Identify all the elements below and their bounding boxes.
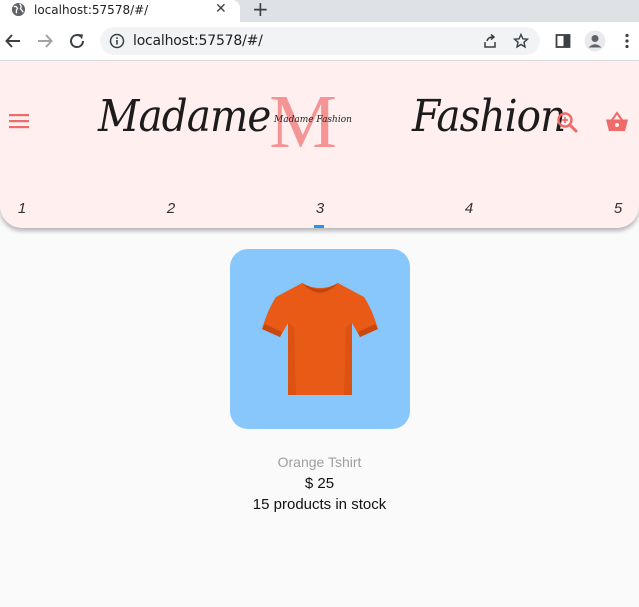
product-price: $ 25: [304, 475, 335, 492]
forward-arrow-icon[interactable]: [36, 32, 54, 50]
product-name: Orange Tshirt: [277, 454, 362, 470]
profile-avatar-icon[interactable]: [584, 30, 606, 52]
brand-logo: M Madame Fashion: [268, 84, 352, 160]
globe-icon: [11, 2, 26, 17]
zoom-search-icon[interactable]: [556, 111, 578, 133]
hamburger-menu-icon[interactable]: [8, 111, 30, 131]
browser-tabstrip: localhost:57578/#/ ✕ +: [0, 0, 639, 22]
url-text[interactable]: localhost:57578/#/: [133, 33, 263, 49]
share-icon[interactable]: [482, 33, 498, 49]
reload-icon[interactable]: [68, 32, 86, 50]
product-stock: 15 products in stock: [252, 496, 387, 513]
orange-tshirt-image: [262, 283, 378, 395]
tab-2[interactable]: 2: [156, 200, 186, 217]
address-bar[interactable]: localhost:57578/#/: [100, 27, 540, 55]
tab-5[interactable]: 5: [603, 200, 633, 217]
bookmark-star-icon[interactable]: [513, 33, 529, 49]
brand-name-left: Madame: [98, 91, 271, 142]
logo-signature: Madame Fashion: [274, 115, 352, 125]
product-image[interactable]: [230, 249, 410, 429]
shopping-basket-icon[interactable]: [605, 111, 629, 133]
more-menu-icon[interactable]: [618, 32, 636, 50]
tab-title: localhost:57578/#/: [34, 3, 149, 17]
page-tabs: 1 2 3 4 5: [0, 197, 639, 228]
site-info-icon[interactable]: [109, 33, 125, 49]
browser-toolbar: localhost:57578/#/: [0, 22, 639, 61]
new-tab-button[interactable]: +: [252, 0, 269, 20]
close-tab-button[interactable]: ✕: [215, 1, 227, 17]
tab-4[interactable]: 4: [454, 200, 484, 217]
tab-1[interactable]: 1: [7, 200, 37, 217]
back-arrow-icon[interactable]: [4, 32, 22, 50]
selected-tab-indicator: [314, 225, 324, 228]
browser-tab[interactable]: localhost:57578/#/ ✕: [0, 0, 240, 22]
tab-3[interactable]: 3: [305, 200, 335, 217]
brand-name-right: Fashion: [412, 91, 566, 142]
side-panel-icon[interactable]: [554, 32, 572, 50]
app-header: Madame M Madame Fashion Fashion 1 2 3 4 …: [0, 61, 639, 228]
